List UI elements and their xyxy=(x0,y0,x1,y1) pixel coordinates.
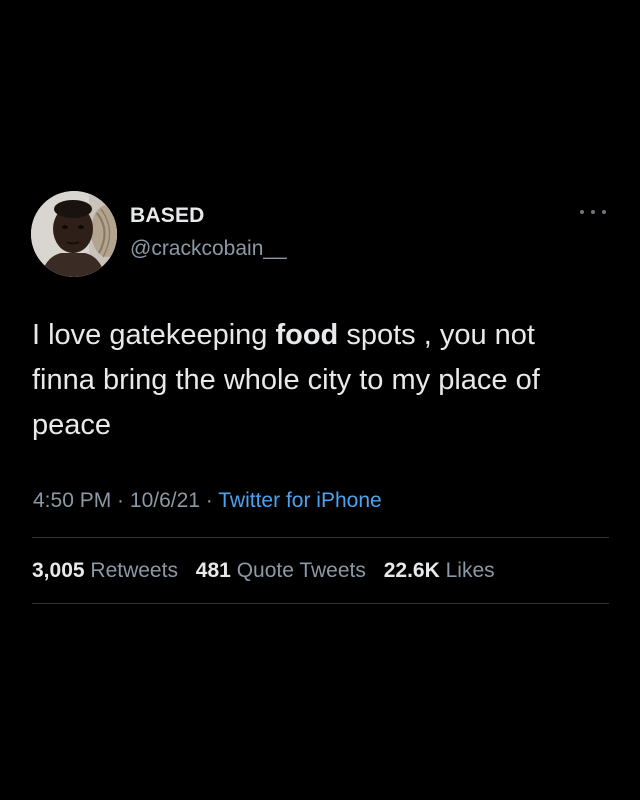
quote-tweets-stat[interactable]: 481 Quote Tweets xyxy=(196,559,366,582)
retweets-label: Retweets xyxy=(90,559,178,582)
likes-count: 22.6K xyxy=(383,559,440,582)
tweet-date[interactable]: 10/6/21 xyxy=(130,489,200,512)
retweets-count: 3,005 xyxy=(32,559,85,582)
more-dot xyxy=(580,210,584,214)
quote-tweets-label: Quote Tweets xyxy=(236,559,366,582)
more-horizontal-icon[interactable] xyxy=(580,205,606,219)
tweet-source[interactable]: Twitter for iPhone xyxy=(218,489,381,512)
likes-label: Likes xyxy=(445,559,495,582)
retweets-stat[interactable]: 3,005 Retweets xyxy=(32,559,178,582)
more-dot xyxy=(591,210,595,214)
divider-bottom xyxy=(32,603,609,604)
avatar-photo xyxy=(31,191,117,277)
avatar[interactable] xyxy=(31,191,117,277)
likes-stat[interactable]: 22.6K Likes xyxy=(384,559,495,582)
meta-separator: · xyxy=(199,489,219,512)
user-info: BASED @crackcobain__ xyxy=(130,203,287,262)
user-handle[interactable]: @crackcobain__ xyxy=(130,236,287,262)
tweet-text-part: I love gatekeeping xyxy=(32,319,276,351)
quote-tweets-count: 481 xyxy=(195,559,231,582)
tweet-text: I love gatekeeping food spots , you not … xyxy=(32,313,592,448)
tweet-text-bold: food xyxy=(275,319,339,351)
tweet-card: BASED @crackcobain__ I love gatekeeping … xyxy=(0,0,640,800)
more-dot xyxy=(602,210,606,214)
tweet-meta: 4:50 PM · 10/6/21 · Twitter for iPhone xyxy=(33,486,382,516)
divider-top xyxy=(32,537,609,538)
tweet-time[interactable]: 4:50 PM xyxy=(33,489,111,512)
display-name[interactable]: BASED xyxy=(130,203,287,229)
meta-separator: · xyxy=(111,489,130,512)
tweet-stats: 3,005 Retweets 481 Quote Tweets 22.6K Li… xyxy=(32,556,507,586)
